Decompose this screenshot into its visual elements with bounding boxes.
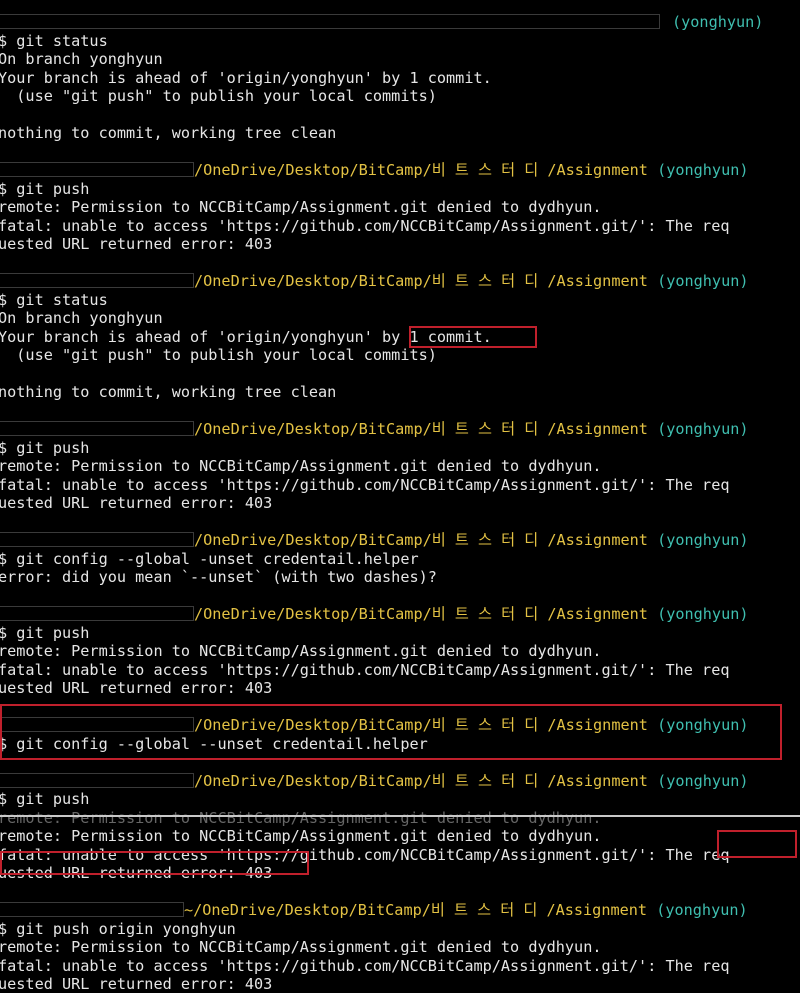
prompt-path: ~/OneDrive/Desktop/BitCamp/비 트 스 터 디 /As… [184,901,648,919]
prompt-path: /OneDrive/Desktop/BitCamp/비 트 스 터 디 /Ass… [194,272,648,290]
output-line: $ git config --global --unset credentail… [0,734,428,753]
output-line: Your branch is ahead of 'origin/yonghyun… [0,68,492,87]
output-line: uested URL returned error: 403 [0,235,273,253]
output-line: remote: Permission to NCCBitCamp/Assignm… [0,642,602,660]
prompt-branch: (yonghyun) [657,272,749,290]
prompt-branch: (yonghyun) [657,420,749,438]
prompt-branch: (yonghyun) [657,716,749,734]
output-line: fatal: unable to access 'https://github.… [0,845,730,864]
output-line: On branch yonghyun [0,309,163,327]
prompt-path: /OneDrive/Desktop/BitCamp/비 트 스 터 디 /Ass… [194,161,648,179]
prompt-branch: (yonghyun) [657,605,749,623]
output-line: uested URL returned error: 403 [0,864,273,882]
output-line: error: did you mean `--unset` (with two … [0,568,437,586]
terminal-window[interactable]: (yonghyun) $ git status On branch yonghyun… [0,0,800,993]
output-line: $ git push [0,179,90,198]
output-line: uested URL returned error: 403 [0,494,273,512]
output-line: $ git status [0,31,108,50]
prompt-branch: (yonghyun) [656,901,748,919]
prompt-path: /OneDrive/Desktop/BitCamp/비 트 스 터 디 /Ass… [194,605,648,623]
redacted-user-host [0,772,194,788]
output-line: nothing to commit, working tree clean [0,383,337,401]
prompt-branch: (yonghyun) [657,531,749,549]
prompt-path: /OneDrive/Desktop/BitCamp/비 트 스 터 디 /Ass… [194,716,648,734]
output-line: uested URL returned error: 403 [0,679,273,697]
prompt-branch: (yonghyun) [672,13,764,31]
redacted-user-host [0,717,194,732]
prompt-line: /OneDrive/Desktop/BitCamp/비 트 스 터 디 /Ass… [0,605,749,623]
output-line: Your branch is ahead of 'origin/yonghyun… [0,327,492,346]
prompt-branch: (yonghyun) [657,771,749,790]
redacted-user-host [0,162,194,177]
output-line: $ git status [0,290,108,309]
output-line: fatal: unable to access 'https://github.… [0,956,730,975]
output-line: uested URL returned error: 403 [0,975,273,993]
redacted-user-host [0,273,194,288]
redacted-user-host [0,606,194,621]
prompt-path: /OneDrive/Desktop/BitCamp/비 트 스 터 디 /Ass… [194,420,648,438]
output-line: remote: Permission to NCCBitCamp/Assignm… [0,938,602,956]
output-line: (use "git push" to publish your local co… [0,87,437,105]
prompt-line: /OneDrive/Desktop/BitCamp/비 트 스 터 디 /Ass… [0,772,749,790]
prompt-line: /OneDrive/Desktop/BitCamp/비 트 스 터 디 /Ass… [0,161,749,179]
redacted-user-host [0,421,194,436]
output-line: remote: Permission to NCCBitCamp/Assignm… [0,457,602,475]
redacted-user-host [0,902,184,917]
output-line: remote: Permission to NCCBitCamp/Assignm… [0,827,602,845]
prompt-line: ~/OneDrive/Desktop/BitCamp/비 트 스 터 디 /As… [0,901,748,919]
output-line: remote: Permission to NCCBitCamp/Assignm… [0,198,602,216]
output-line: $ git push origin yonghyun [0,919,236,938]
screenshot-seam [0,815,800,817]
output-line: (use "git push" to publish your local co… [0,346,437,364]
redacted-user-host [0,14,660,29]
output-line: $ git push [0,438,90,457]
redacted-user-host [0,532,194,547]
prompt-line: /OneDrive/Desktop/BitCamp/비 트 스 터 디 /Ass… [0,531,749,549]
prompt-line: (yonghyun) [0,13,763,31]
prompt-line: /OneDrive/Desktop/BitCamp/비 트 스 터 디 /Ass… [0,272,749,290]
output-line: fatal: unable to access 'https://github.… [0,475,730,494]
output-line: fatal: unable to access 'https://github.… [0,660,730,679]
prompt-path: /OneDrive/Desktop/BitCamp/비 트 스 터 디 /Ass… [194,531,648,549]
output-line: $ git push [0,790,90,808]
prompt-path: /OneDrive/Desktop/BitCamp/비 트 스 터 디 /Ass… [194,771,648,790]
output-line: $ git config --global -unset credentail.… [0,549,419,568]
prompt-branch: (yonghyun) [657,161,749,179]
output-line: nothing to commit, working tree clean [0,124,337,142]
prompt-line: /OneDrive/Desktop/BitCamp/비 트 스 터 디 /Ass… [0,420,749,438]
prompt-line: /OneDrive/Desktop/BitCamp/비 트 스 터 디 /Ass… [0,716,749,734]
overlapped-output-line: remote: Permission to NCCBitCamp/Assignm… [0,808,602,827]
output-line: On branch yonghyun [0,50,163,68]
output-line: fatal: unable to access 'https://github.… [0,216,730,235]
output-line: $ git push [0,623,90,642]
